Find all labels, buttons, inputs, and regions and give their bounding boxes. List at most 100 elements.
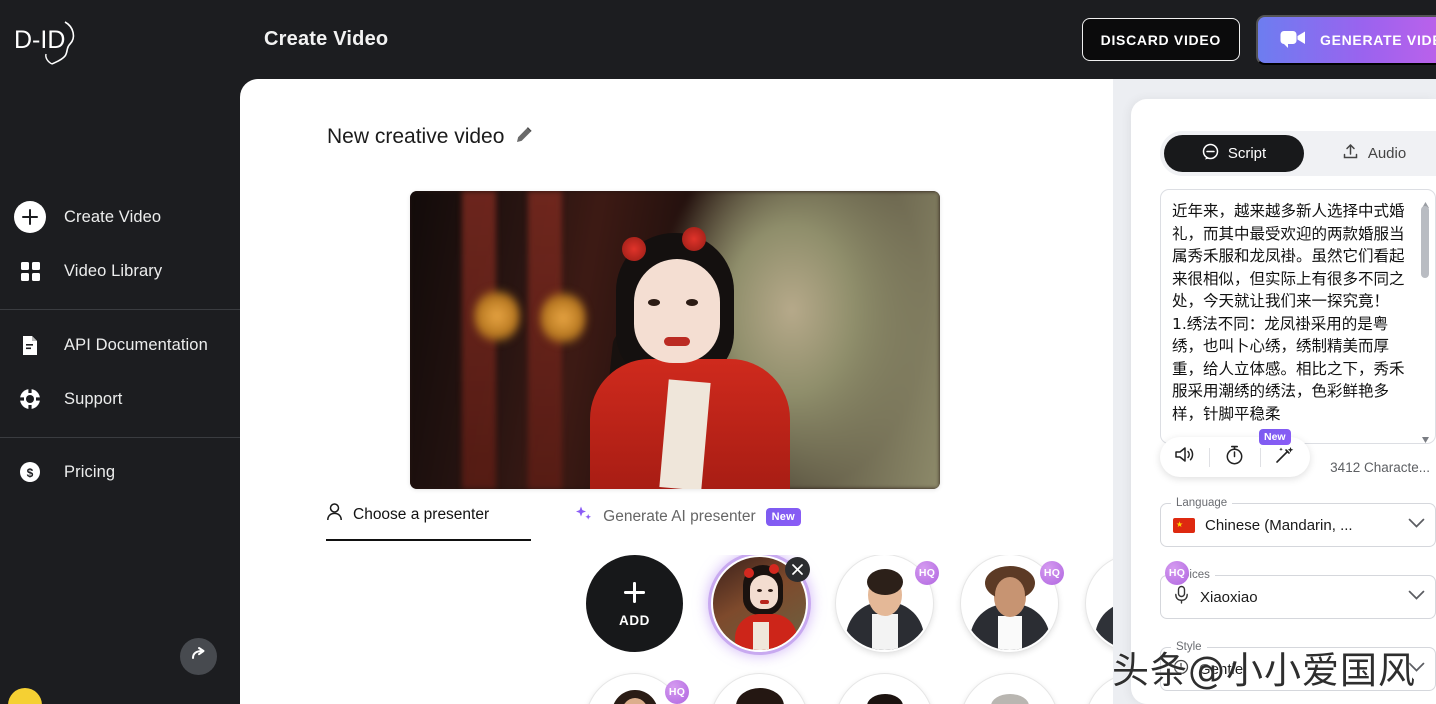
top-bar: Create Video DISCARD VIDEO GENERATE VIDE… <box>240 0 1436 79</box>
language-label: Language <box>1171 497 1233 509</box>
tab-label: Script <box>1227 145 1267 162</box>
style-label: Style <box>1171 641 1207 653</box>
document-icon <box>12 327 48 363</box>
volume-button[interactable] <box>1160 437 1209 477</box>
app-root: D-ID Create Video Video Library API Docu… <box>0 0 1436 704</box>
tab-label: Audio <box>1367 145 1407 162</box>
presenter-row-1: ADD HQ HQ HQ <box>240 555 1248 652</box>
plus-icon <box>622 580 647 610</box>
script-textarea[interactable]: 近年来，越来越多新人选择中式婚礼，而其中最受欢迎的两款婚服当属秀禾服和龙凤褂。虽… <box>1160 189 1436 444</box>
presenter-thumbnail <box>711 674 808 704</box>
discard-video-button[interactable]: DISCARD VIDEO <box>1081 18 1240 61</box>
sidebar-item-label: Create Video <box>64 207 162 226</box>
video-subject <box>560 219 810 489</box>
presenter-thumbnail <box>961 674 1058 704</box>
presenter-chinese-bride[interactable] <box>711 555 810 652</box>
upload-icon <box>1342 143 1359 164</box>
scroll-down-icon[interactable] <box>1421 431 1430 443</box>
add-presenter[interactable]: ADD <box>586 555 683 652</box>
presenter-tabs: Choose a presenter Generate AI presenter… <box>326 503 815 541</box>
sparkles-icon <box>575 505 593 528</box>
lifebuoy-icon <box>12 381 48 417</box>
tab-audio[interactable]: Audio <box>1304 135 1436 172</box>
tab-label: Choose a presenter <box>353 505 490 523</box>
scroll-up-icon[interactable] <box>1421 196 1430 208</box>
presenter-woman-afro[interactable] <box>711 674 808 704</box>
presenter-row-2: HQ <box>240 674 1248 704</box>
video-preview[interactable] <box>410 191 940 489</box>
hq-badge: HQ <box>1040 561 1064 585</box>
microphone-icon <box>1173 585 1190 609</box>
video-lantern-a <box>474 287 520 345</box>
voices-select[interactable]: Xiaoxiao <box>1160 575 1436 619</box>
sidebar: D-ID Create Video Video Library API Docu… <box>0 0 240 704</box>
tab-choose-a-presenter[interactable]: Choose a presenter <box>326 503 532 541</box>
sidebar-item-support[interactable]: Support <box>0 372 240 426</box>
timer-button[interactable] <box>1210 437 1259 477</box>
hq-badge: HQ <box>1165 561 1189 585</box>
user-avatar[interactable] <box>8 688 42 704</box>
pencil-icon[interactable] <box>516 126 533 148</box>
magic-wand-icon <box>1275 445 1296 470</box>
sidebar-collapse-button[interactable] <box>180 638 217 675</box>
timer-icon <box>1225 445 1244 470</box>
presenter-woman-curly[interactable]: HQ <box>961 555 1064 652</box>
generate-video-button[interactable]: GENERATE VIDEO <box>1255 14 1436 65</box>
sidebar-primary-group: Create Video Video Library <box>0 190 240 298</box>
presenter-man-suit[interactable]: HQ <box>836 555 939 652</box>
character-count: 3412 Characte... <box>1330 460 1430 475</box>
remove-presenter-button[interactable] <box>785 557 810 582</box>
new-badge: New <box>1259 429 1291 445</box>
sidebar-item-label: Support <box>64 389 123 408</box>
add-presenter-label: ADD <box>618 612 651 628</box>
presenter-man-short-hair[interactable] <box>836 674 933 704</box>
language-select[interactable]: ★ Chinese (Mandarin, ... <box>1160 503 1436 547</box>
add-presenter-button[interactable]: ADD <box>586 555 683 652</box>
sidebar-item-label: Pricing <box>64 462 116 481</box>
person-icon <box>326 503 343 526</box>
page-title: Create Video <box>264 28 389 50</box>
style-icon <box>1173 659 1189 680</box>
script-text: 近年来，越来越多新人选择中式婚礼，而其中最受欢迎的两款婚服当属秀禾服和龙凤褂。虽… <box>1172 202 1405 423</box>
grid-icon <box>12 253 48 289</box>
sidebar-divider-2 <box>0 437 240 438</box>
chevron-down-icon <box>1408 588 1425 606</box>
presenter-thumbnail <box>836 674 933 704</box>
sidebar-item-create-video[interactable]: Create Video <box>0 190 240 244</box>
tab-generate-ai-presenter[interactable]: Generate AI presenter New <box>575 505 815 541</box>
generate-video-label: GENERATE VIDEO <box>1319 31 1436 48</box>
sidebar-tertiary-group: $ Pricing <box>0 445 240 499</box>
volume-icon <box>1174 445 1195 469</box>
hq-badge: HQ <box>915 561 939 585</box>
right-panel: Script Audio 近年来，越来越多新人选择中式婚礼，而其中最受欢迎的两款… <box>1131 99 1436 704</box>
sidebar-item-pricing[interactable]: $ Pricing <box>0 445 240 499</box>
script-scrollbar[interactable] <box>1421 196 1430 443</box>
new-badge: New <box>765 507 801 526</box>
presenter-gallery: ADD HQ HQ HQ HQ <box>240 555 1248 704</box>
style-value: Gentle <box>1199 660 1244 678</box>
scrollbar-thumb[interactable] <box>1421 206 1429 278</box>
sidebar-item-video-library[interactable]: Video Library <box>0 244 240 298</box>
sidebar-item-label: API Documentation <box>64 335 208 354</box>
chevron-down-icon <box>1408 516 1425 534</box>
presenter-image <box>963 676 1056 704</box>
sidebar-item-label: Video Library <box>64 261 163 280</box>
tab-label: Generate AI presenter <box>603 507 756 525</box>
arrow-redo-icon <box>190 646 207 668</box>
cn-flag-icon: ★ <box>1173 517 1195 533</box>
sidebar-secondary-group: API Documentation Support <box>0 318 240 426</box>
chevron-down-icon <box>1408 660 1425 678</box>
svg-text:D-ID: D-ID <box>14 26 65 54</box>
voices-value: Xiaoxiao <box>1200 588 1258 606</box>
presenter-woman-dark-hair[interactable]: HQ <box>586 674 689 704</box>
sidebar-divider-1 <box>0 309 240 310</box>
did-logo[interactable]: D-ID <box>12 18 82 70</box>
style-select[interactable]: Gentle <box>1160 647 1436 691</box>
tab-script[interactable]: Script <box>1164 135 1304 172</box>
document-title-row: New creative video <box>327 125 533 149</box>
hq-badge: HQ <box>665 680 689 704</box>
sidebar-item-api-documentation[interactable]: API Documentation <box>0 318 240 372</box>
presenter-older-man[interactable] <box>961 674 1058 704</box>
presenter-image <box>838 676 931 704</box>
video-camera-icon <box>1280 29 1306 51</box>
